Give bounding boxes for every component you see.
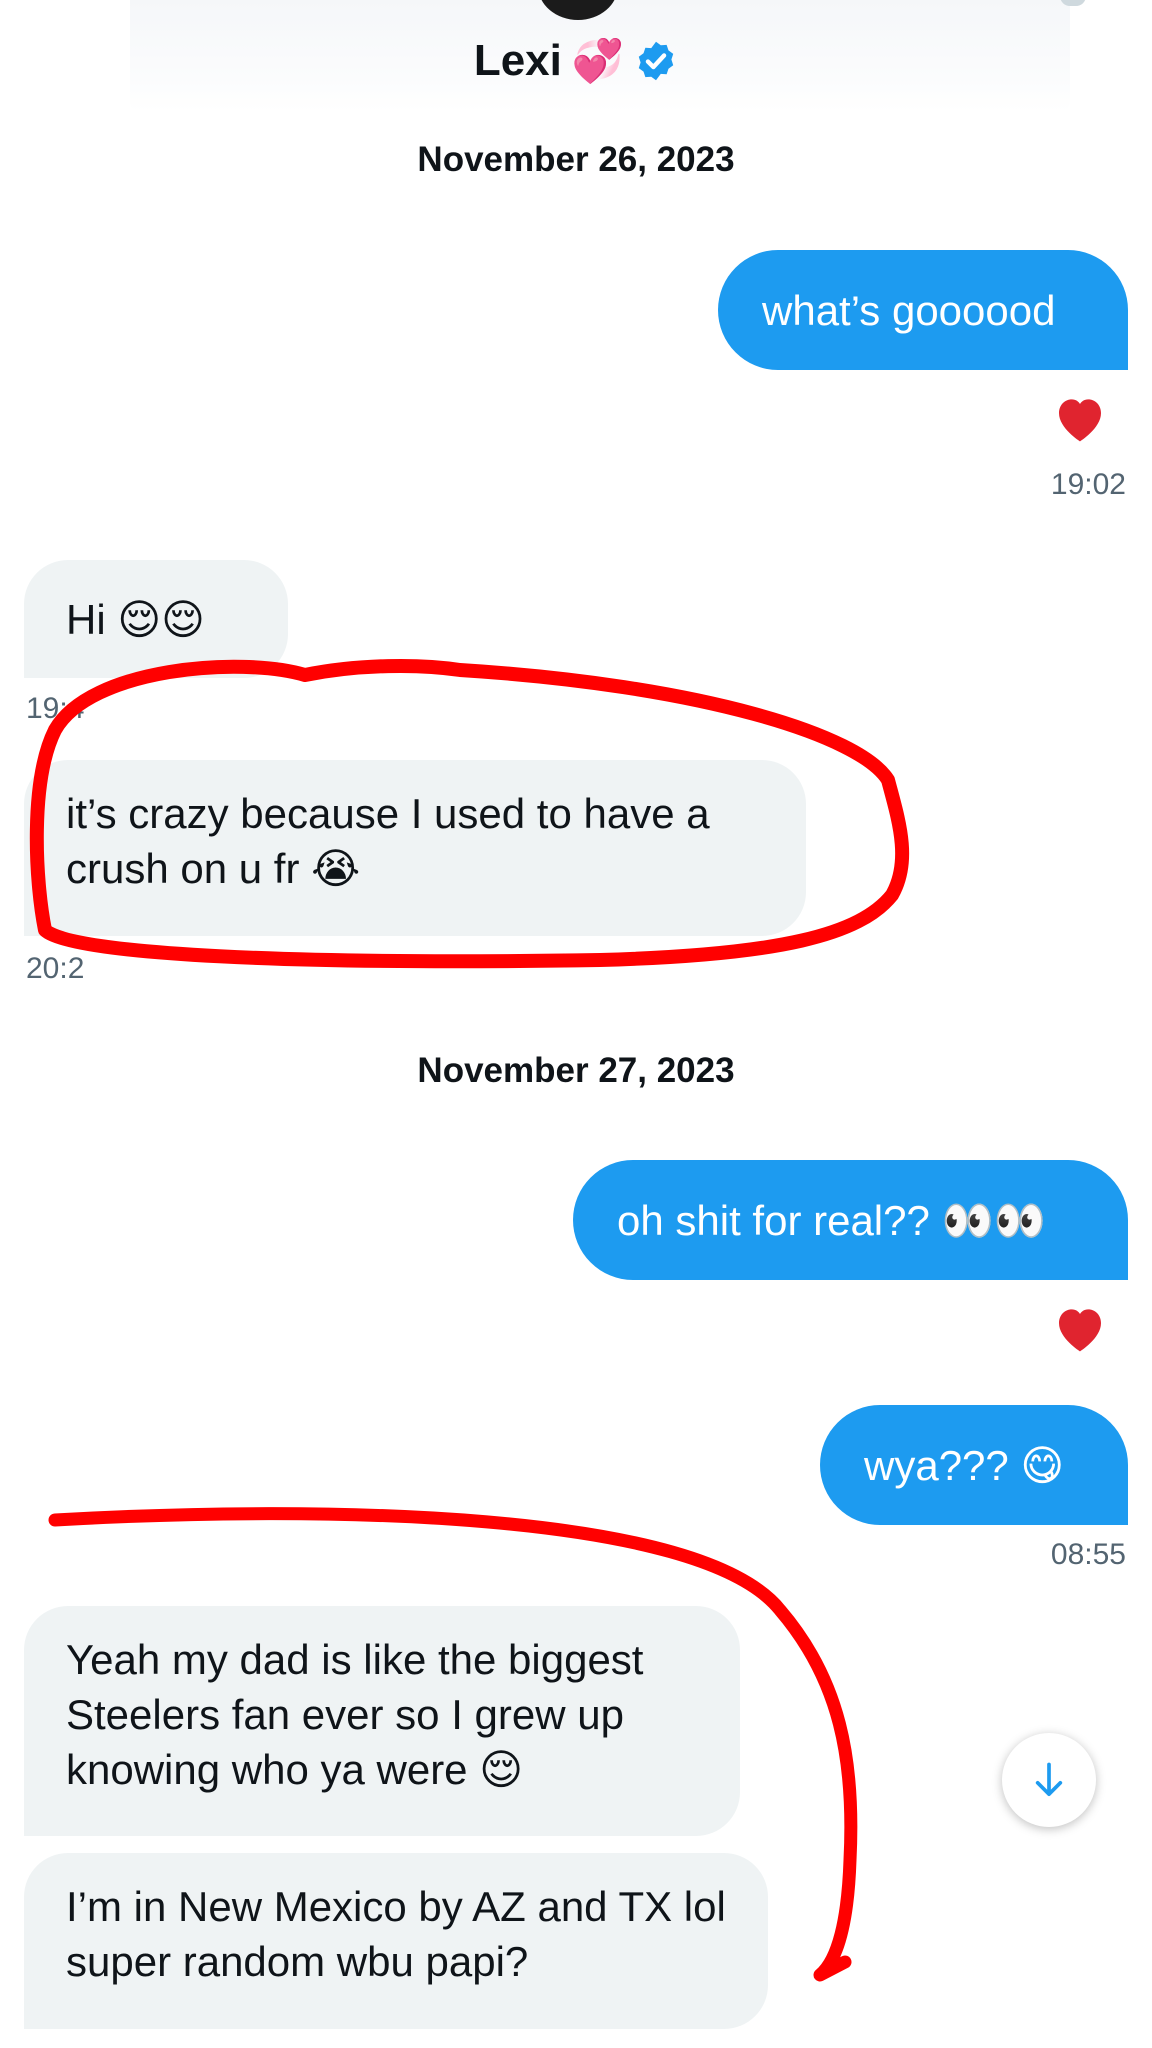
heart-reaction-icon[interactable] bbox=[1052, 392, 1108, 444]
message-text: Hi 😌😌 bbox=[66, 595, 205, 643]
message-bubble-incoming[interactable]: it’s crazy because I used to have a crus… bbox=[24, 760, 806, 936]
date-separator: November 27, 2023 bbox=[417, 1051, 735, 1090]
message-text: oh shit for real?? 👀👀 bbox=[617, 1196, 1047, 1244]
date-separator: November 26, 2023 bbox=[417, 140, 735, 179]
message-bubble-outgoing[interactable]: what’s goooood bbox=[718, 250, 1128, 370]
message-bubble-incoming[interactable]: Hi 😌😌 bbox=[24, 560, 288, 678]
verified-badge-icon bbox=[638, 41, 674, 81]
contact-name-row[interactable]: Lexi 💞 bbox=[0, 36, 1152, 86]
message-timestamp: 20:2 bbox=[26, 952, 85, 985]
message-timestamp: 19:4 bbox=[26, 692, 85, 725]
message-text: I’m in New Mexico by AZ and TX lol super… bbox=[66, 1883, 726, 1985]
message-bubble-incoming[interactable]: Yeah my dad is like the biggest Steelers… bbox=[24, 1606, 740, 1836]
message-text: Yeah my dad is like the biggest Steelers… bbox=[66, 1636, 644, 1793]
message-text: it’s crazy because I used to have a crus… bbox=[66, 790, 710, 892]
message-timestamp: 19:02 bbox=[1050, 468, 1126, 501]
name-emoji: 💞 bbox=[571, 37, 625, 84]
message-bubble-incoming[interactable]: I’m in New Mexico by AZ and TX lol super… bbox=[24, 1853, 768, 2029]
scroll-to-bottom-button[interactable] bbox=[1002, 1733, 1096, 1827]
message-text: what’s goooood bbox=[762, 286, 1056, 334]
contact-name: Lexi bbox=[473, 36, 562, 85]
message-timestamp: 08:55 bbox=[1050, 1538, 1126, 1571]
message-text: wya??? 😋 bbox=[864, 1441, 1065, 1489]
arrow-down-icon bbox=[1035, 1762, 1063, 1797]
heart-reaction-icon[interactable] bbox=[1052, 1302, 1108, 1354]
message-bubble-outgoing[interactable]: wya??? 😋 bbox=[820, 1405, 1128, 1525]
message-bubble-outgoing[interactable]: oh shit for real?? 👀👀 bbox=[573, 1160, 1128, 1280]
